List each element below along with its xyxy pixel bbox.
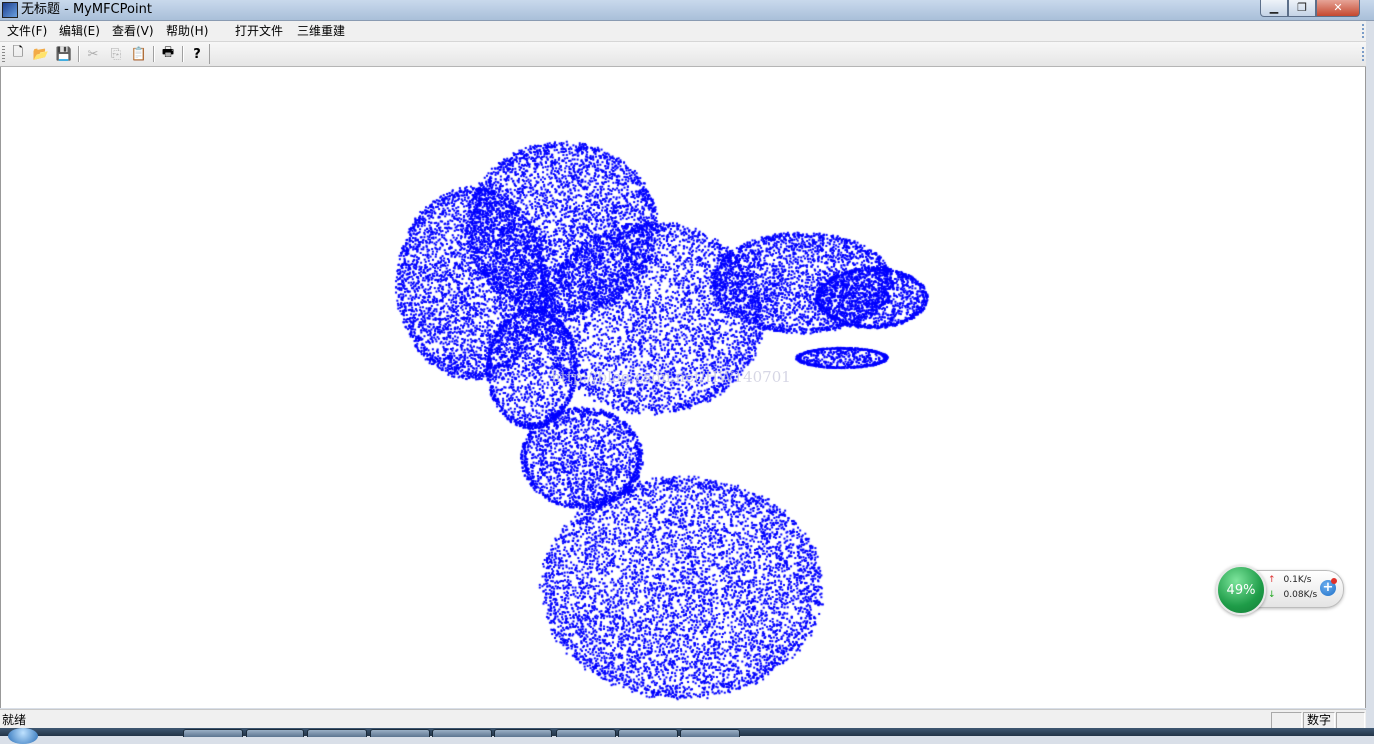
taskbar: [0, 728, 1374, 744]
help-button[interactable]: ?: [187, 44, 207, 64]
toolbar-right-grip[interactable]: [1362, 47, 1364, 61]
toolbar-end: [209, 44, 210, 64]
paste-button[interactable]: 📋: [129, 44, 149, 64]
toolbar: 🗋 📂 💾 ✂ ⎘ 📋 🖶 ?: [0, 42, 1366, 67]
title-bar: 无标题 - MyMFCPoint ▁ ❐ ✕: [0, 0, 1374, 21]
help-icon: ?: [193, 46, 201, 62]
open-folder-icon: 📂: [32, 46, 50, 62]
status-pane-empty: [1336, 712, 1365, 729]
network-percent: 49%: [1226, 582, 1256, 598]
upload-arrow-icon: ↑: [1268, 575, 1276, 585]
status-num-indicator: 数字: [1303, 712, 1335, 729]
upload-speed: 0.1K/s: [1283, 575, 1312, 585]
status-text: 就绪: [2, 713, 27, 727]
menu-bar: 文件(F) 编辑(E) 查看(V) 帮助(H) 打开文件 三维重建: [0, 21, 1366, 42]
start-button[interactable]: [8, 728, 38, 744]
restore-icon: ❐: [1297, 1, 1307, 14]
menu-edit[interactable]: 编辑(E): [57, 23, 102, 39]
minimize-button[interactable]: ▁: [1260, 0, 1288, 17]
window-title: 无标题 - MyMFCPoint: [21, 2, 152, 17]
cut-button[interactable]: ✂: [83, 44, 103, 64]
menu-3d-reconstruct[interactable]: 三维重建: [295, 23, 347, 39]
app-icon[interactable]: [2, 2, 18, 18]
paste-icon: 📋: [130, 46, 148, 62]
print-button[interactable]: 🖶: [158, 44, 178, 64]
watermark: http://blog.csdn.net/HW140701: [551, 368, 791, 386]
copy-icon: ⎘: [110, 46, 122, 62]
toolbar-separator: [153, 46, 155, 62]
toolbar-separator: [78, 46, 80, 62]
open-button[interactable]: 📂: [31, 44, 51, 64]
network-monitor-widget[interactable]: 49% ↑ 0.1K/s ↓ 0.08K/s +: [1216, 565, 1344, 615]
menu-file[interactable]: 文件(F): [5, 23, 49, 39]
toolbar-grip[interactable]: [2, 46, 5, 62]
restore-button[interactable]: ❐: [1288, 0, 1316, 17]
menu-open-file[interactable]: 打开文件: [233, 23, 285, 39]
cut-icon: ✂: [87, 46, 99, 62]
new-file-button[interactable]: 🗋: [8, 44, 28, 64]
download-arrow-icon: ↓: [1268, 590, 1276, 600]
copy-button[interactable]: ⎘: [106, 44, 126, 64]
print-icon: 🖶: [161, 45, 175, 60]
new-file-icon: 🗋: [12, 45, 24, 60]
close-icon: ✕: [1333, 1, 1343, 14]
notification-dot: [1331, 578, 1337, 584]
window-controls: ▁ ❐ ✕: [1260, 0, 1360, 18]
download-speed: 0.08K/s: [1283, 590, 1318, 600]
status-pane-empty: [1271, 712, 1302, 729]
status-bar: 就绪 数字: [0, 709, 1366, 729]
menu-view[interactable]: 查看(V): [110, 23, 156, 39]
menubar-grip[interactable]: [1362, 24, 1364, 38]
download-speed-row: ↓ 0.08K/s: [1268, 590, 1317, 600]
menu-help[interactable]: 帮助(H): [164, 23, 210, 39]
save-button[interactable]: 💾: [54, 44, 74, 64]
point-cloud-canvas[interactable]: [1, 67, 1365, 708]
network-usage-ball[interactable]: 49%: [1216, 565, 1266, 615]
toolbar-separator: [182, 46, 184, 62]
save-icon: 💾: [55, 46, 73, 62]
upload-speed-row: ↑ 0.1K/s: [1268, 575, 1311, 585]
point-cloud-view[interactable]: http://blog.csdn.net/HW140701: [0, 67, 1366, 708]
minimize-icon: ▁: [1269, 1, 1279, 14]
close-button[interactable]: ✕: [1316, 0, 1360, 17]
